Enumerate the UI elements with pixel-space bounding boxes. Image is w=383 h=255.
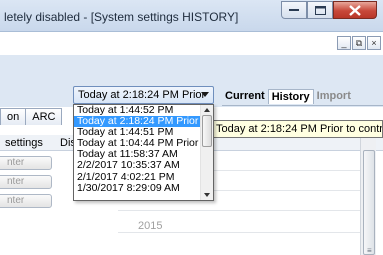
dropdown-option[interactable]: 2/1/2017 4:02:21 PM: [74, 171, 213, 183]
grid-row-divider: [118, 232, 368, 233]
dropdown-option[interactable]: 1/30/2017 8:29:09 AM: [74, 182, 213, 194]
enter-button[interactable]: nter: [0, 175, 52, 189]
maximize-icon: [314, 5, 326, 15]
window-controls: [281, 1, 377, 19]
grid-row-divider: [118, 210, 368, 211]
grip-icon: ≡: [367, 246, 372, 255]
close-icon: [349, 4, 361, 16]
tab-left-1[interactable]: on: [0, 108, 27, 125]
window-titlebar: letely disabled - [System settings HISTO…: [0, 0, 383, 32]
dropdown-scroll-thumb[interactable]: [202, 115, 212, 147]
close-button[interactable]: [333, 1, 377, 19]
tab-divider: [222, 105, 383, 106]
mdi-controls: _ ⧉ ×: [337, 36, 381, 50]
enter-button[interactable]: nter: [0, 194, 52, 208]
dropdown-option[interactable]: 2/2/2017 10:35:37 AM: [74, 160, 213, 171]
minimize-icon: [289, 9, 299, 11]
minimize-button[interactable]: [281, 1, 307, 19]
snapshot-select-value: Today at 2:18:24 PM Prior: [78, 89, 206, 101]
tab-arc[interactable]: ARC: [25, 108, 63, 125]
tab-current[interactable]: Current: [222, 89, 268, 104]
left-tabs: on ARC: [0, 108, 63, 125]
mdi-minimize-button[interactable]: _: [337, 36, 351, 50]
scroll-down-icon[interactable]: [204, 193, 210, 197]
chevron-down-icon[interactable]: [201, 92, 209, 97]
tab-import: Import: [316, 90, 351, 102]
scroll-up-icon[interactable]: [204, 108, 210, 112]
snapshot-select[interactable]: Today at 2:18:24 PM Prior: [73, 86, 214, 104]
dropdown-scrollbar[interactable]: [200, 105, 213, 200]
grid-scrollbar[interactable]: ≡: [360, 120, 376, 255]
view-tabs: Current History Import: [222, 89, 354, 104]
scroll-thumb[interactable]: ≡: [363, 150, 375, 255]
window-title: letely disabled - [System settings HISTO…: [4, 10, 239, 24]
grid-cell: 2015: [138, 220, 163, 232]
mdi-restore-button[interactable]: ⧉: [352, 36, 366, 50]
maximize-button[interactable]: [307, 1, 333, 19]
tab-history[interactable]: History: [267, 89, 314, 104]
column-header-settings[interactable]: settings: [5, 137, 43, 149]
enter-button[interactable]: nter: [0, 156, 52, 170]
mdi-close-button[interactable]: ×: [367, 36, 381, 50]
snapshot-tooltip: Today at 2:18:24 PM Prior to control: [212, 120, 383, 138]
snapshot-dropdown-list: Today at 1:44:52 PM Today at 2:18:24 PM …: [73, 104, 214, 201]
